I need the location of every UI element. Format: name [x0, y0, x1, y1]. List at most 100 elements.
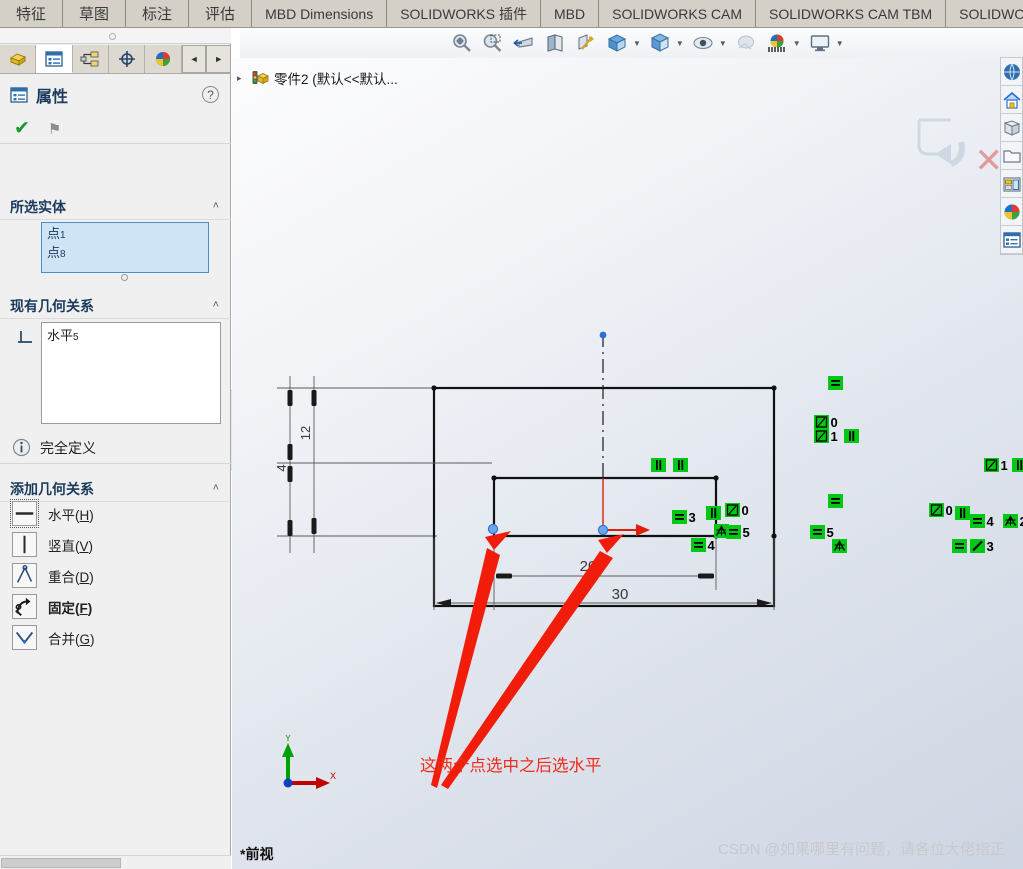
constraint-badge-coincident-2[interactable]: 2	[1003, 514, 1023, 529]
chevron-down-icon[interactable]: ▼	[633, 39, 641, 48]
previous-view-icon[interactable]	[512, 31, 536, 55]
constraint-badge-parallel-box-0[interactable]: 0	[814, 415, 838, 430]
ribbon-tab-strip: 特征 草图 标注 评估 MBD Dimensions SOLIDWORKS 插件 MBD SO…	[0, 0, 1023, 28]
apply-scene-icon[interactable]	[734, 31, 758, 55]
edit-appearance-icon[interactable]	[691, 31, 715, 55]
constraint-badge-equal[interactable]	[828, 376, 843, 390]
merge-icon[interactable]	[12, 625, 37, 650]
constraint-badge-equal-5[interactable]: 5	[726, 525, 750, 540]
hide-show-items-icon[interactable]	[648, 31, 672, 55]
ribbon-tab-8[interactable]: SOLIDWORKS CAM TBM	[756, 0, 947, 27]
ribbon-tab-9[interactable]: SOLIDWORKS In	[946, 0, 1023, 27]
constraint-badge-fix-anchor-3[interactable]: 3	[672, 510, 696, 525]
search-folder-icon[interactable]	[1001, 142, 1022, 170]
add-relation-vertical[interactable]: 竖直(V)	[0, 529, 231, 560]
add-relation-horizontal[interactable]: 水平(H)	[0, 498, 231, 529]
dimxpert-manager-tab[interactable]	[109, 45, 146, 73]
add-relation-label: 合并(G)	[48, 631, 95, 647]
selected-entities-list[interactable]: 点1 点8	[41, 222, 209, 273]
ribbon-tab-4[interactable]: MBD Dimensions	[252, 0, 388, 27]
pin-button[interactable]: ⚑	[48, 120, 61, 138]
horizontal-icon[interactable]	[10, 499, 39, 528]
constraint-badge-coincident[interactable]	[832, 539, 847, 553]
selected-entities-header[interactable]: 所选实体 ˄	[0, 194, 231, 220]
add-relation-merge[interactable]: 合并(G)	[0, 622, 231, 653]
help-icon[interactable]: ?	[202, 86, 219, 103]
view-settings-icon[interactable]	[765, 31, 789, 55]
watermark-text: CSDN @如果哪里有问题，请各位大佬指正	[718, 841, 1005, 858]
scrollbar-thumb[interactable]	[1, 858, 121, 868]
ribbon-tab-3[interactable]: 评估	[189, 0, 253, 27]
chevron-up-icon[interactable]: ˄	[213, 299, 219, 311]
section-view-icon[interactable]	[543, 31, 567, 55]
appearances-icon[interactable]	[1001, 198, 1022, 226]
constraint-badge-parallel-box-0[interactable]: 0	[929, 503, 953, 518]
existing-relations-list[interactable]: 水平5	[41, 322, 221, 424]
fix-anchor-icon[interactable]	[12, 594, 37, 619]
graphics-area[interactable]: ▸ 零件2 (默认<<默认... ✕ 4 12 20 30 3 4 0 5 0 …	[232, 58, 1023, 869]
property-manager-panel: ◄ ► 属性 ? ✔ ⚑ 所选实体 ˄ 点1 点8 现有几何关系 ˄ 水平5 完…	[0, 28, 232, 869]
constraint-badge-parallel-box-1[interactable]: 1	[984, 458, 1008, 473]
constraint-badge-layer[interactable]: 3420501504123	[232, 58, 1023, 869]
splitter-grip-icon[interactable]	[109, 33, 116, 40]
file-explorer-icon[interactable]	[1001, 114, 1022, 142]
view-orientation-icon[interactable]	[574, 31, 598, 55]
selection-resize-grip[interactable]	[121, 274, 128, 281]
view-palette-icon[interactable]	[1001, 170, 1022, 198]
zoom-to-fit-icon[interactable]	[450, 31, 474, 55]
display-style-icon[interactable]	[605, 31, 629, 55]
ribbon-tab-0[interactable]: 特征	[0, 0, 64, 27]
constraint-badge-number: 3	[689, 510, 696, 525]
ribbon-tab-1[interactable]: 草图	[63, 0, 127, 27]
ribbon-tab-7[interactable]: SOLIDWORKS CAM	[599, 0, 757, 27]
chevron-down-icon[interactable]: ▼	[719, 39, 727, 48]
chevron-up-icon[interactable]: ˄	[213, 482, 219, 494]
add-relation-coincident[interactable]: 重合(D)	[0, 560, 231, 591]
manager-tab-next-button[interactable]: ►	[206, 45, 232, 73]
manager-tab-prev-button[interactable]: ◄	[181, 45, 207, 73]
resources-icon[interactable]	[1001, 58, 1022, 86]
chevron-down-icon[interactable]: ▼	[836, 39, 844, 48]
panel-splitter[interactable]	[0, 28, 231, 44]
page-title: 属性	[36, 89, 69, 106]
constraint-badge-number: 0	[831, 415, 838, 430]
feature-manager-tab[interactable]	[0, 45, 37, 73]
panel-horizontal-scrollbar[interactable]	[0, 855, 231, 869]
constraint-badge-equal-4[interactable]: 4	[970, 514, 995, 529]
constraint-badge-parallel-bars[interactable]	[651, 458, 666, 472]
zoom-to-area-icon[interactable]	[481, 31, 505, 55]
coincident-icon[interactable]	[12, 563, 37, 588]
heads-up-view-toolbar: ▼ ▼ ▼ ▼ ▼	[240, 28, 1023, 58]
constraint-badge-vertical-bar[interactable]	[673, 458, 688, 472]
constraint-badge-number: 1	[1001, 458, 1008, 473]
constraint-badge-parallel-box-1[interactable]: 1	[814, 429, 838, 444]
design-library-icon[interactable]	[1001, 86, 1022, 114]
configuration-manager-tab[interactable]	[72, 45, 110, 73]
existing-relations-header[interactable]: 现有几何关系 ˄	[0, 293, 231, 319]
constraint-badge-vertical-bar[interactable]	[1012, 458, 1023, 472]
constraint-badge-parallel-box-0[interactable]: 0	[725, 503, 749, 518]
constraint-badge-vertical-bar[interactable]	[706, 506, 721, 520]
constraint-badge-equal[interactable]	[952, 539, 967, 553]
ribbon-tab-6[interactable]: MBD	[541, 0, 600, 27]
constraint-badge-equal[interactable]	[828, 494, 843, 508]
constraint-badge-equal-4[interactable]: 4	[691, 538, 716, 553]
constraint-badge-vertical-bar[interactable]	[844, 429, 859, 443]
add-relation-fix-anchor[interactable]: 固定(F)	[0, 591, 231, 622]
constraint-badge-parallel-slash-3[interactable]: 3	[970, 539, 994, 554]
add-relation-label: 固定(F)	[48, 600, 93, 616]
constraint-badge-vertical-bar[interactable]	[955, 506, 970, 520]
ribbon-tab-5[interactable]: SOLIDWORKS 插件	[387, 0, 541, 27]
vertical-icon[interactable]	[12, 532, 37, 557]
chevron-down-icon[interactable]: ▼	[793, 39, 801, 48]
ribbon-tab-2[interactable]: 标注	[126, 0, 190, 27]
constraint-badge-equal-5[interactable]: 5	[810, 525, 834, 540]
chevron-down-icon[interactable]: ▼	[676, 39, 684, 48]
chevron-up-icon[interactable]: ˄	[213, 200, 219, 212]
property-manager-tab[interactable]	[36, 45, 73, 73]
custom-properties-icon[interactable]	[1001, 226, 1022, 254]
accept-button[interactable]: ✔	[14, 119, 30, 138]
display-manager-tab[interactable]	[145, 45, 182, 73]
existing-relations-label: 现有几何关系	[10, 297, 94, 314]
display-monitor-icon[interactable]	[808, 31, 832, 55]
